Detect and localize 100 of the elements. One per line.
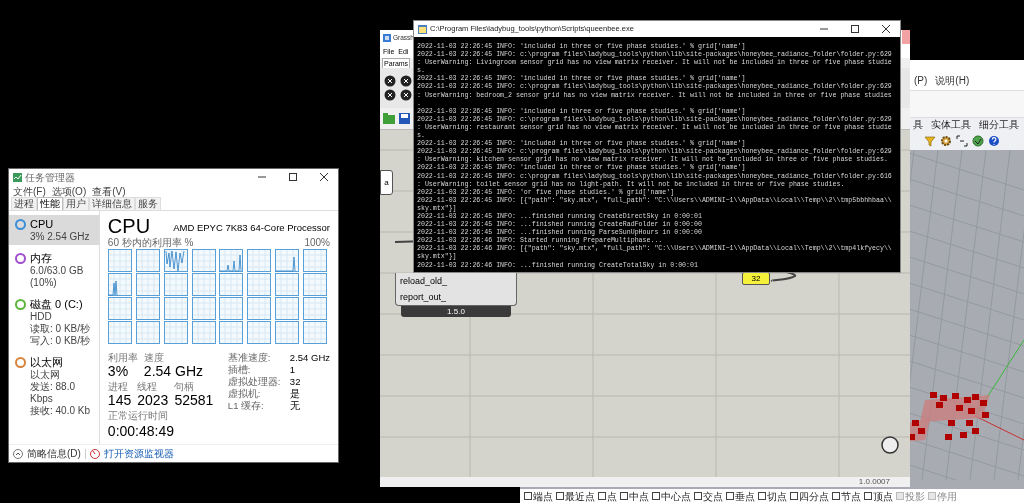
folder-icon[interactable] — [383, 113, 395, 124]
resource-item[interactable]: CPU 3% 2.54 GHz — [9, 215, 99, 245]
funnel-icon[interactable] — [924, 135, 936, 147]
version-status: 1.0.0007 — [858, 477, 890, 487]
maximize-button[interactable] — [850, 24, 860, 34]
core-usage-graph — [191, 297, 216, 320]
core-usage-graph — [219, 273, 244, 296]
ribbon-tab[interactable]: 细分工具 — [979, 118, 1019, 132]
menu-item[interactable]: (P) — [914, 73, 928, 88]
save-icon[interactable] — [399, 113, 410, 124]
resource-detail: 读取: 0 KB/秒 — [30, 323, 90, 335]
osnap-checkbox[interactable]: 交点 — [694, 488, 723, 503]
close-icon[interactable] — [384, 75, 396, 87]
panel-title: CPU — [107, 215, 151, 237]
core-usage-graph — [275, 249, 300, 272]
osnap-checkbox[interactable]: 中心点 — [652, 488, 691, 503]
app-icon — [13, 172, 22, 182]
component-node[interactable]: a — [380, 170, 393, 195]
help-icon[interactable] — [988, 135, 1000, 147]
core-usage-graph — [107, 273, 132, 296]
menu-item[interactable]: 选项(O) — [51, 183, 87, 199]
core-usage-graph — [191, 321, 216, 344]
osnap-checkbox[interactable]: 四分点 — [790, 488, 829, 503]
osnap-checkbox[interactable]: 最近点 — [556, 488, 595, 503]
fewer-details-link[interactable]: 简略信息(D) — [27, 446, 81, 461]
osnap-checkbox[interactable]: 端点 — [524, 488, 553, 503]
tab[interactable]: 服务 — [135, 197, 161, 210]
core-usage-graph — [275, 273, 300, 296]
menu-item[interactable]: 文件(F) — [13, 183, 46, 199]
osnap-checkbox[interactable]: 垂点 — [726, 488, 755, 503]
detail-label: 插槽: — [227, 364, 252, 376]
resource-detail: HDD — [30, 311, 53, 323]
graph-max-label: 100% — [304, 237, 330, 249]
core-usage-graph — [275, 321, 300, 344]
core-usage-graph — [135, 321, 160, 344]
core-usage-graph — [247, 249, 272, 272]
ribbon-tab[interactable]: 实体工具 — [931, 118, 971, 132]
core-usage-graph — [191, 273, 216, 296]
window-title: 任务管理器 — [25, 170, 76, 185]
core-usage-graph — [303, 273, 328, 296]
resource-detail: 6.0/63.0 GB (10%) — [30, 265, 85, 289]
stat-label: 利用率 — [107, 352, 138, 363]
osnap-checkbox[interactable]: 切点 — [758, 488, 787, 503]
stat-value: 2.54 GHz — [143, 363, 203, 379]
chevron-up-icon[interactable] — [13, 448, 23, 459]
detail-label: 虚拟机: — [227, 388, 262, 400]
stat-label: 句柄 — [174, 381, 196, 392]
close-button[interactable] — [881, 24, 891, 34]
core-usage-graph — [303, 297, 328, 320]
dashed-corners-icon[interactable] — [956, 135, 968, 147]
osnap-checkbox[interactable]: 点 — [598, 488, 617, 503]
close-button[interactable] — [319, 172, 329, 182]
detail-value: 无 — [289, 400, 301, 412]
resource-detail: 接收: 40.0 Kb — [30, 405, 92, 417]
detail-value: 1 — [289, 364, 297, 376]
detail-value: 2.54 GHz — [289, 352, 330, 364]
tab[interactable]: 性能 — [37, 197, 63, 210]
core-usage-graph — [135, 297, 160, 320]
detail-value: 是 — [289, 388, 301, 400]
gauge-icon[interactable] — [89, 448, 100, 459]
resource-item[interactable]: 磁盘 0 (C:) HDD 读取: 0 KB/秒 写入: 0 KB/秒 — [9, 295, 99, 349]
navigation-compass-icon[interactable] — [880, 435, 900, 455]
core-usage-graph — [219, 249, 244, 272]
osnap-checkbox[interactable]: 顶点 — [864, 488, 893, 503]
tab[interactable]: 进程 — [11, 197, 37, 210]
detail-label: 虚拟处理器: — [227, 376, 282, 388]
input-label: report_out_ — [399, 291, 448, 304]
detail-value: 32 — [289, 376, 302, 388]
stat-label: 线程 — [137, 381, 159, 392]
core-usage-graph — [247, 321, 272, 344]
core-usage-graph — [303, 249, 328, 272]
core-usage-graph — [219, 321, 244, 344]
ribbon-tab[interactable]: 具 — [913, 118, 923, 132]
osnap-checkbox[interactable]: 节点 — [832, 488, 861, 503]
core-usage-graph — [275, 297, 300, 320]
menu-item[interactable]: 说明(H) — [935, 73, 970, 88]
maximize-button[interactable] — [288, 172, 298, 182]
core-usage-graph — [163, 273, 188, 296]
resource-name: 内存 — [30, 251, 53, 265]
core-usage-graph — [107, 297, 132, 320]
core-usage-graph — [163, 249, 188, 272]
tab[interactable]: 详细信息 — [89, 197, 135, 210]
osnap-checkbox[interactable]: 中点 — [620, 488, 649, 503]
core-usage-graph — [107, 249, 132, 272]
component-body[interactable]: reload_old_ report_out_ — [395, 273, 517, 306]
resource-item[interactable]: 以太网 以太网 发送: 88.0 Kbps 接收: 40.0 Kb — [9, 353, 99, 419]
resource-item[interactable]: 内存 6.0/63.0 GB (10%) — [9, 249, 99, 291]
resource-name: 磁盘 0 (C:) — [30, 297, 84, 311]
core-usage-graph — [163, 297, 188, 320]
resource-detail: 发送: 88.0 Kbps — [30, 381, 77, 405]
version-label: 1.5.0 — [401, 306, 511, 317]
stat-value: 3% — [107, 363, 130, 379]
menu-item[interactable]: 查看(V) — [92, 183, 126, 199]
tab[interactable]: 用户 — [63, 197, 89, 210]
stat-value: 0:00:48:49 — [107, 423, 176, 439]
stat-label: 速度 — [143, 352, 165, 363]
resource-name: 以太网 — [30, 355, 64, 369]
resource-monitor-link[interactable]: 打开资源监视器 — [103, 446, 174, 461]
gear-icon[interactable] — [940, 135, 952, 147]
stat-label: 正常运行时间 — [107, 410, 169, 421]
